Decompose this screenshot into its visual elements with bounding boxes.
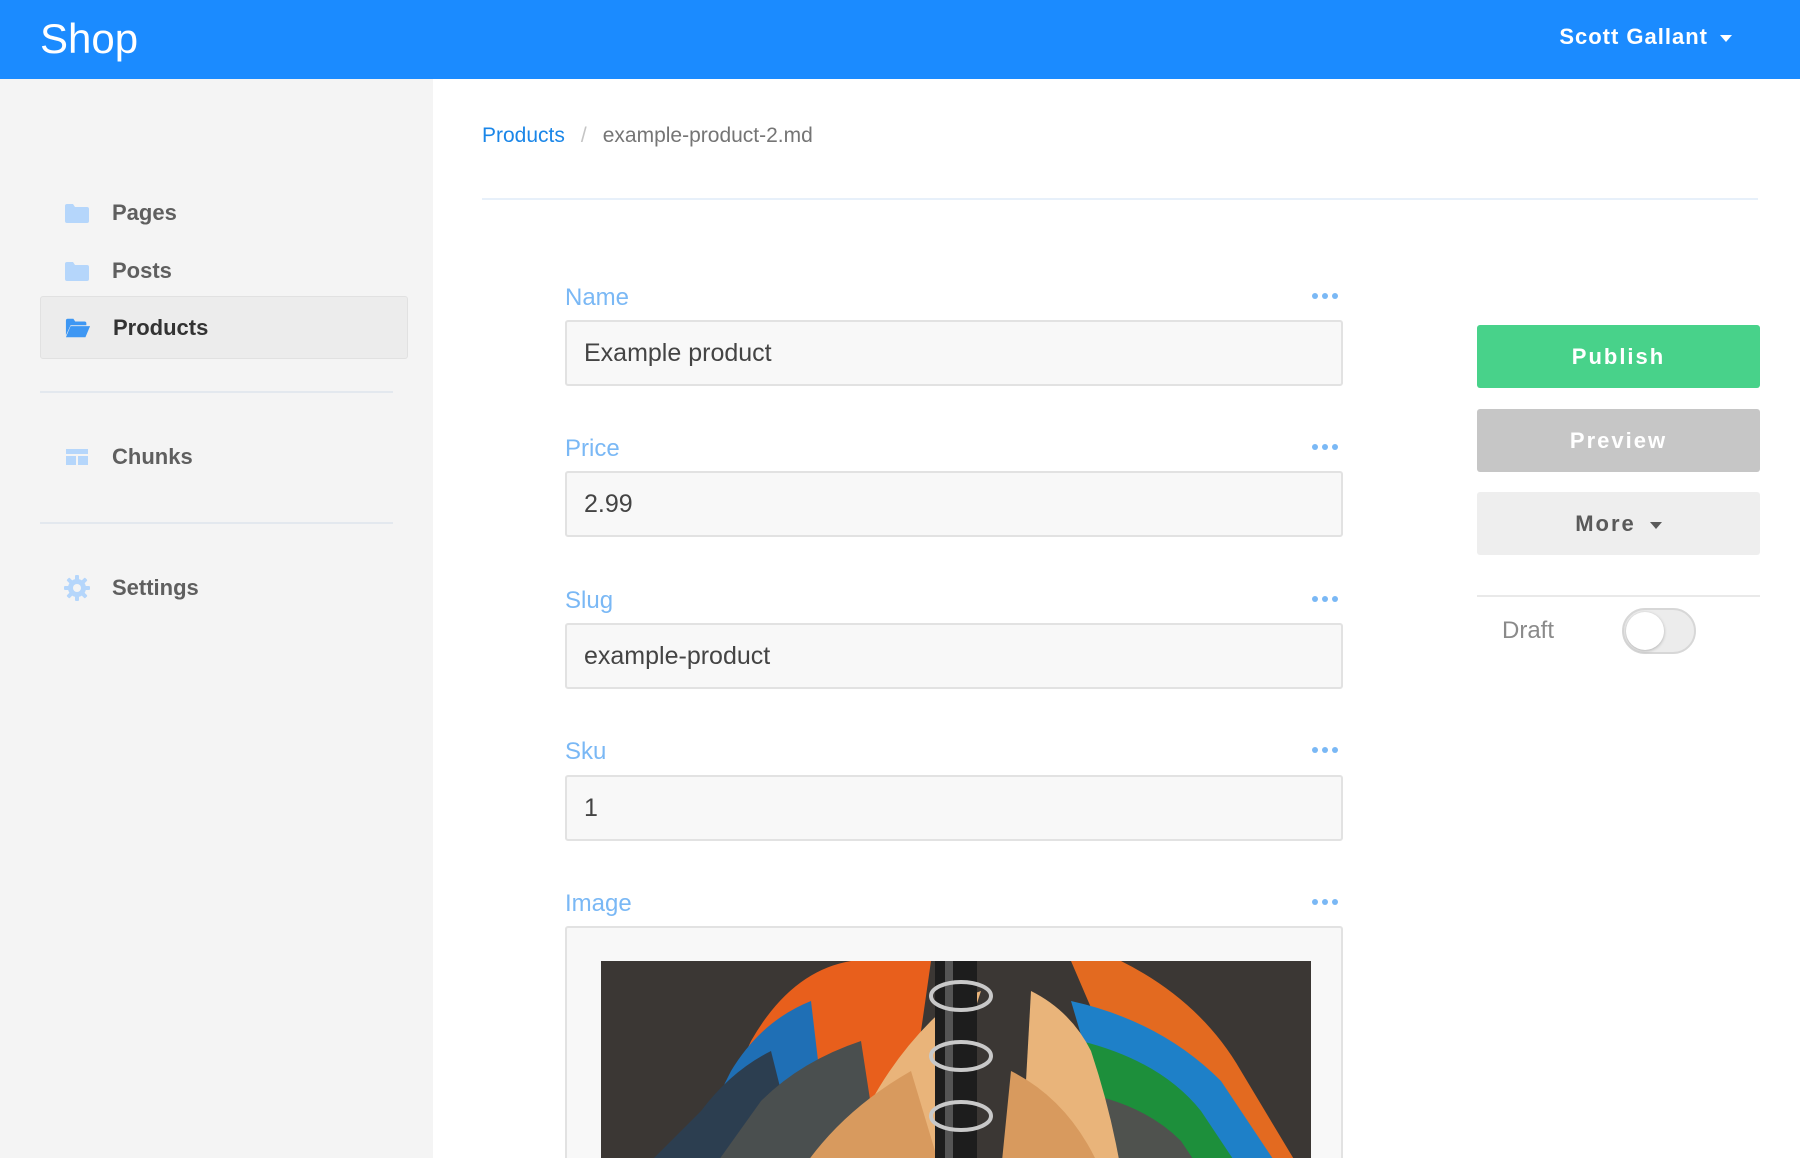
- sidebar-item-pages[interactable]: Pages: [40, 181, 408, 244]
- sidebar-item-label: Pages: [112, 199, 177, 225]
- image-options-icon[interactable]: [1312, 897, 1338, 907]
- folder-icon: [64, 260, 90, 282]
- more-button[interactable]: More: [1477, 492, 1760, 555]
- price-options-icon[interactable]: [1312, 442, 1338, 452]
- draft-toggle[interactable]: [1622, 608, 1696, 654]
- slug-label: Slug: [565, 587, 614, 614]
- sidebar-item-products[interactable]: Products: [40, 296, 408, 359]
- sidebar: Pages Posts Products Chunks Settings: [0, 79, 433, 1158]
- image-field[interactable]: [565, 926, 1343, 1158]
- sidebar-divider: [40, 391, 393, 393]
- top-bar: Shop Scott Gallant: [0, 0, 1800, 79]
- name-label: Name: [565, 284, 630, 311]
- product-image-preview: [601, 961, 1311, 1158]
- sidebar-item-label: Posts: [112, 257, 172, 283]
- sku-field[interactable]: [565, 775, 1343, 841]
- actions-divider: [1477, 595, 1760, 597]
- slug-options-icon[interactable]: [1312, 594, 1338, 604]
- name-options-icon[interactable]: [1312, 291, 1338, 301]
- breadcrumb-link-products[interactable]: Products: [482, 124, 565, 148]
- name-field[interactable]: [565, 320, 1343, 386]
- site-title[interactable]: Shop: [40, 14, 138, 64]
- breadcrumb: Products / example-product-2.md: [482, 124, 813, 148]
- breadcrumb-separator: /: [580, 124, 587, 147]
- sku-options-icon[interactable]: [1312, 745, 1338, 755]
- toggle-knob: [1626, 612, 1664, 650]
- sidebar-divider: [40, 522, 393, 524]
- folder-icon: [64, 202, 90, 224]
- sidebar-item-label: Settings: [112, 574, 199, 600]
- sidebar-item-chunks[interactable]: Chunks: [40, 425, 408, 488]
- price-field[interactable]: [565, 471, 1343, 537]
- image-label: Image: [565, 890, 632, 917]
- draft-label: Draft: [1502, 617, 1555, 644]
- slug-field[interactable]: [565, 623, 1343, 689]
- sku-label: Sku: [565, 738, 607, 765]
- publish-button[interactable]: Publish: [1477, 325, 1760, 388]
- folder-open-icon: [65, 317, 91, 339]
- chunks-icon: [64, 446, 90, 468]
- user-menu-button[interactable]: Scott Gallant: [1559, 22, 1732, 52]
- preview-button[interactable]: Preview: [1477, 409, 1760, 472]
- breadcrumb-current-file: example-product-2.md: [602, 124, 813, 147]
- chevron-down-icon: [1649, 521, 1662, 529]
- price-label: Price: [565, 435, 620, 462]
- user-name: Scott Gallant: [1559, 24, 1708, 49]
- gear-icon: [64, 574, 90, 601]
- sidebar-item-settings[interactable]: Settings: [40, 556, 408, 619]
- chevron-down-icon: [1720, 34, 1732, 42]
- sidebar-item-label: Chunks: [112, 443, 193, 469]
- sidebar-item-label: Products: [113, 314, 209, 340]
- more-button-label: More: [1575, 510, 1636, 536]
- header-divider: [482, 198, 1758, 200]
- sidebar-item-posts[interactable]: Posts: [40, 239, 408, 302]
